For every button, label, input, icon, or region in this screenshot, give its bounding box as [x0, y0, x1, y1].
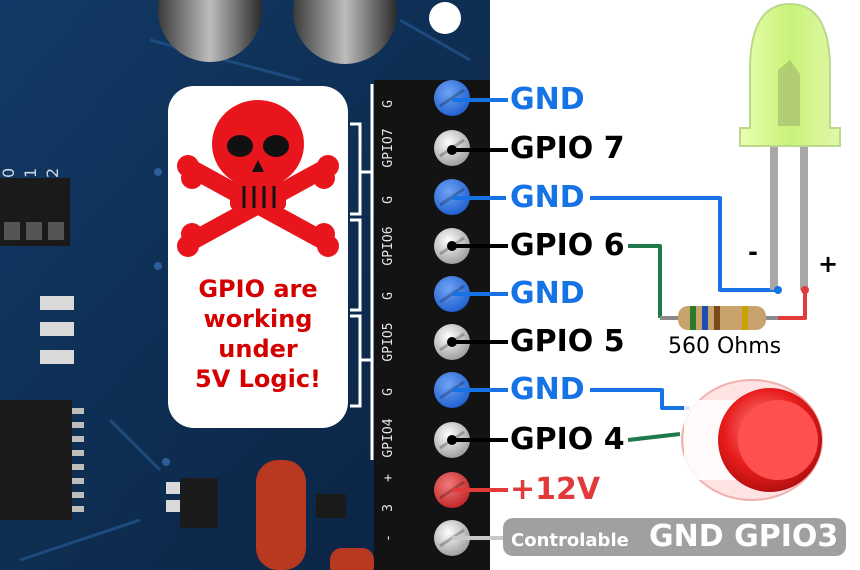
- board-mark: 0: [0, 168, 18, 178]
- diagram-graphics: 0 1 2 GGPIO7GGPIO6GGPIO5GGPIO4+3-: [0, 0, 841, 570]
- pin-header: [0, 178, 70, 246]
- pcb-via: [162, 458, 170, 466]
- label-gnd-4: GND: [510, 372, 585, 407]
- gnd-gpio3-prefix: Controlable: [511, 530, 629, 551]
- silkscreen-label: +: [381, 474, 396, 482]
- push-button: [681, 379, 823, 501]
- silkscreen-label: GPIO7: [381, 128, 396, 167]
- board-mark: 1: [21, 168, 40, 178]
- silkscreen-label: G: [381, 292, 396, 300]
- wire-end-dot: [447, 337, 457, 347]
- label-plus-12v: +12V: [510, 472, 601, 507]
- pcb-via: [154, 262, 162, 270]
- label-gnd-3: GND: [510, 276, 585, 311]
- terminal-block: G GPIO7 G GPIO6 G GPIO5 G GPIO4 +3 -: [374, 80, 490, 570]
- red-capacitor: [330, 548, 374, 570]
- warning-line: working: [203, 305, 313, 333]
- silkscreen-label: GPIO5: [381, 322, 396, 361]
- board-marks: 0 1 2: [0, 168, 62, 178]
- label-gpio-4: GPIO 4: [510, 422, 625, 457]
- wire-end-dot: [447, 145, 457, 155]
- silkscreen-label: GPIO6: [381, 226, 396, 265]
- led-minus-label: -: [748, 238, 758, 266]
- silkscreen-label: G: [381, 100, 396, 108]
- gnd-gpio3-name: GND GPIO3: [649, 519, 839, 554]
- silkscreen-label: 3: [381, 504, 396, 512]
- diode: [316, 494, 346, 518]
- board-mark: 2: [43, 168, 62, 178]
- wire-end-dot: [447, 241, 457, 251]
- resistor-label: 560 Ohms: [668, 334, 782, 359]
- wiring-diagram: 0 1 2 G GPIO7 G GPIO6 G GPIO5 G GPIO4 + …: [0, 0, 860, 570]
- gnd-gpio3-badge: Controlable GND GPIO3: [503, 518, 846, 556]
- label-gpio-6: GPIO 6: [510, 228, 625, 263]
- silkscreen-label: G: [381, 388, 396, 396]
- red-capacitor: [256, 460, 306, 570]
- gpio4-signal-wire: [627, 432, 681, 442]
- warning-text: GPIO are working under 5V Logic!: [168, 274, 348, 394]
- warning-line: 5V Logic!: [195, 365, 321, 393]
- label-gnd-1: GND: [510, 82, 585, 117]
- silkscreen-label: -: [381, 534, 396, 542]
- label-gnd-2: GND: [510, 180, 585, 215]
- label-gpio-5: GPIO 5: [510, 324, 625, 359]
- led-plus-wire: [778, 290, 807, 320]
- warning-panel: GPIO are working under 5V Logic!: [168, 86, 348, 428]
- regulator: [180, 478, 218, 528]
- ic-chip: [0, 400, 84, 520]
- silkscreen-label: G: [381, 196, 396, 204]
- pcb-via: [154, 168, 162, 176]
- mount-hole: [429, 2, 461, 34]
- resistor: [660, 306, 778, 330]
- warning-line: GPIO are: [198, 275, 318, 303]
- silkscreen-label: GPIO4: [381, 418, 396, 457]
- warning-line: under: [218, 335, 298, 363]
- gpio6-signal-wire: [628, 244, 662, 318]
- led-plus-label: +: [818, 250, 839, 278]
- label-gpio-7: GPIO 7: [510, 131, 625, 166]
- wire-end-dot: [447, 435, 457, 445]
